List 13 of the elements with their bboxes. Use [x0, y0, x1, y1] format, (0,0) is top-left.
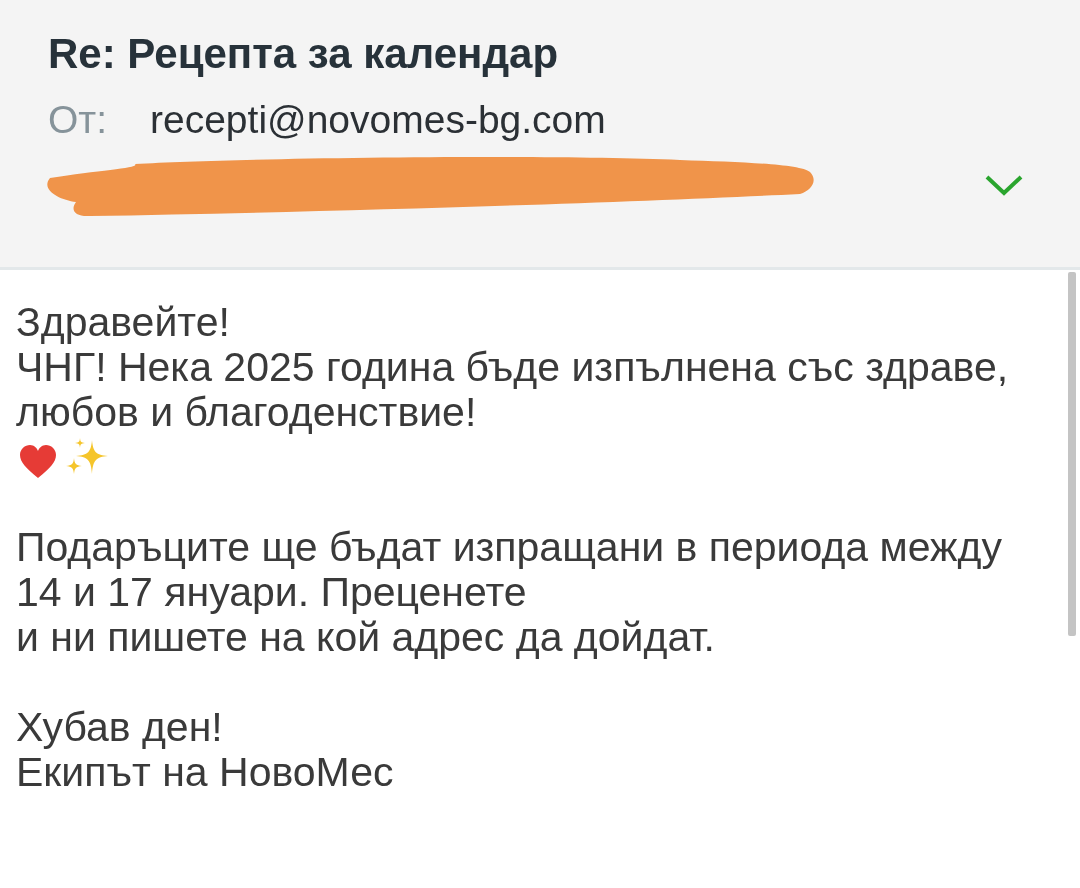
body-text: Екипът на НовоМес [16, 750, 394, 795]
body-text: 14 и 17 януари. Преценете [16, 570, 527, 615]
sender-address: recepti@novomes-bg.com [150, 98, 606, 142]
body-text: и ни пишете на кой адрес да дойдат. [16, 615, 715, 660]
body-text: Хубав ден! [16, 705, 223, 750]
chevron-icon[interactable] [984, 173, 1024, 197]
body-text: любов и благоденствие! [16, 390, 477, 435]
heart-icon [18, 444, 58, 480]
body-text: ЧНГ! Нека 2025 година бъде изпълнена със здраве, [16, 345, 1009, 390]
body-text: Здравейте! [16, 300, 230, 345]
body-text: Подаръците ще бъдат изпращани в периода между [16, 525, 1002, 570]
from-label: От: [48, 98, 109, 142]
email-subject: Re: Рецепта за календар [48, 30, 560, 79]
